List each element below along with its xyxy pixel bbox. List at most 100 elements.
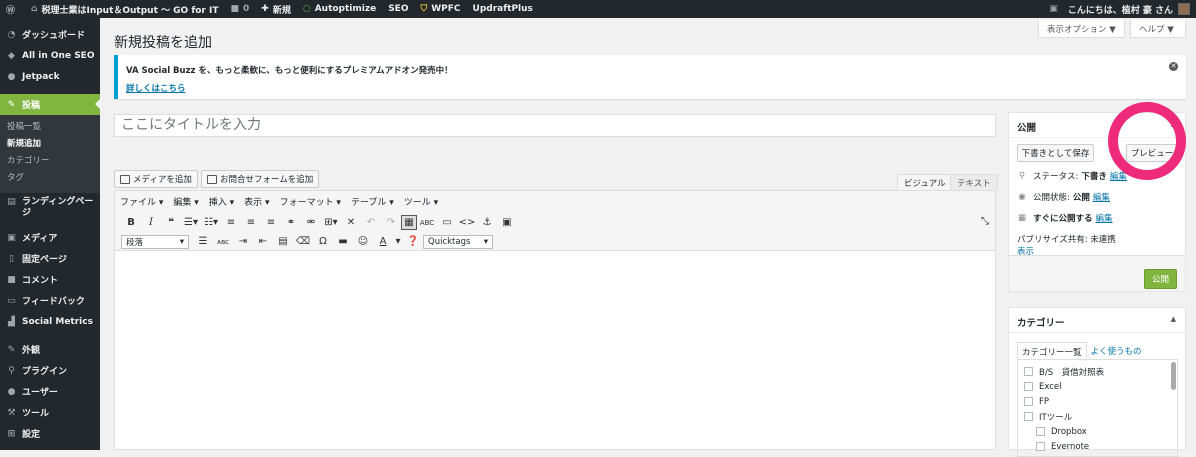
- checkbox[interactable]: [1024, 367, 1033, 376]
- bold-icon[interactable]: B: [121, 215, 141, 230]
- menu-edit[interactable]: 編集 ▾: [173, 195, 198, 208]
- spellcheck-icon[interactable]: ABC: [417, 215, 437, 230]
- redo-icon[interactable]: ↷: [381, 215, 401, 230]
- quote-icon[interactable]: ❝: [161, 215, 181, 230]
- updraftplus-link[interactable]: UpdraftPlus: [467, 0, 539, 18]
- submenu-all-posts[interactable]: 投稿一覧: [0, 119, 100, 136]
- menu-item-pages[interactable]: ▯ 固定ページ: [0, 248, 100, 269]
- tab-text[interactable]: テキスト: [950, 174, 998, 190]
- chevron-down-icon[interactable]: ▾: [393, 234, 403, 249]
- code-icon[interactable]: <>: [457, 215, 477, 230]
- submenu-tags[interactable]: タグ: [0, 170, 100, 187]
- link-icon[interactable]: ⚭: [281, 215, 301, 230]
- wordpress-logo[interactable]: Ⓦ: [0, 0, 25, 18]
- scrollbar[interactable]: [1171, 362, 1176, 390]
- menu-item-social-metrics[interactable]: ▟ Social Metrics: [0, 311, 100, 332]
- window-icon[interactable]: ▣: [497, 215, 517, 230]
- menu-item-users[interactable]: ● ユーザー: [0, 381, 100, 402]
- account-menu[interactable]: ▣ こんにちは、植村 豪 さん: [1043, 0, 1196, 18]
- site-name-link[interactable]: ⌂ 税理士業はInput＆Output 〜 GO for IT: [25, 0, 224, 18]
- align-right-icon[interactable]: ≡: [261, 215, 281, 230]
- seo-link[interactable]: SEO: [382, 0, 414, 18]
- save-draft-button[interactable]: 下書きとして保存: [1017, 144, 1094, 162]
- menu-item-all-in-one-seo[interactable]: ◆ All in One SEO: [0, 45, 100, 66]
- checkbox[interactable]: [1024, 412, 1033, 421]
- edit-visibility-link[interactable]: 編集: [1093, 191, 1110, 203]
- text-color-icon[interactable]: A: [373, 234, 393, 249]
- format-select[interactable]: 段落 ▾: [121, 234, 189, 249]
- bullet-list-icon[interactable]: ☰▾: [181, 215, 201, 230]
- title-input[interactable]: ここにタイトルを入力: [114, 114, 996, 137]
- add-form-button[interactable]: お問合せフォームを追加: [201, 170, 320, 188]
- menu-item-jetpack[interactable]: ● Jetpack: [0, 66, 100, 87]
- strikethrough-icon[interactable]: ᴀʙᴄ: [213, 234, 233, 249]
- fullscreen-icon[interactable]: ✕: [341, 215, 361, 230]
- tab-visual[interactable]: ビジュアル: [897, 174, 953, 190]
- menu-tools[interactable]: ツール ▾: [404, 195, 438, 208]
- undo-icon[interactable]: ↶: [361, 215, 381, 230]
- pagebreak-icon[interactable]: ▬: [333, 234, 353, 249]
- submenu-add-new[interactable]: 新規追加: [0, 136, 100, 153]
- anchor-icon[interactable]: ⚓: [477, 215, 497, 230]
- publish-button[interactable]: 公開: [1144, 269, 1177, 289]
- list-item[interactable]: FP: [1024, 394, 1171, 409]
- list-item[interactable]: ITツール: [1024, 409, 1171, 424]
- menu-format[interactable]: フォーマット ▾: [280, 195, 341, 208]
- menu-item-tools[interactable]: ⚒ ツール: [0, 402, 100, 423]
- table-icon[interactable]: ⊞▾: [321, 215, 341, 230]
- omega-icon[interactable]: Ω: [313, 234, 333, 249]
- screen-options-button[interactable]: 表示オプション ▼: [1038, 20, 1125, 38]
- submenu-categories[interactable]: カテゴリー: [0, 153, 100, 170]
- embed-icon[interactable]: ▭: [437, 215, 457, 230]
- hr-icon[interactable]: ☰: [193, 234, 213, 249]
- align-left-icon[interactable]: ≡: [221, 215, 241, 230]
- menu-item-landing-pages[interactable]: ▤ ランディングページ: [0, 193, 100, 227]
- add-media-button[interactable]: メディアを追加: [114, 170, 198, 188]
- comments-link[interactable]: ■ 0: [225, 0, 256, 18]
- autoptimize-link[interactable]: ○ Autoptimize: [297, 0, 382, 18]
- menu-insert[interactable]: 挿入 ▾: [209, 195, 234, 208]
- notice-link[interactable]: 詳しくはこちら: [126, 82, 186, 94]
- help-button[interactable]: ヘルプ ▼: [1130, 20, 1186, 38]
- emoji-icon[interactable]: ☺: [353, 234, 373, 249]
- menu-item-comments[interactable]: ■ コメント: [0, 269, 100, 290]
- list-item[interactable]: Evernote: [1024, 439, 1171, 454]
- expand-icon[interactable]: ⤡: [981, 216, 989, 227]
- menu-item-feedback[interactable]: ▭ フィードバック: [0, 290, 100, 311]
- paste-icon[interactable]: ▤: [273, 234, 293, 249]
- outdent-icon[interactable]: ⇤: [253, 234, 273, 249]
- eraser-icon[interactable]: ⌫: [293, 234, 313, 249]
- new-content-link[interactable]: ✚ 新規: [255, 0, 297, 18]
- list-item[interactable]: B/S 貸借対照表: [1024, 364, 1171, 379]
- align-center-icon[interactable]: ≡: [241, 215, 261, 230]
- menu-item-dashboard[interactable]: ◔ ダッシュボード: [0, 24, 100, 45]
- numbered-list-icon[interactable]: ☷▾: [201, 215, 221, 230]
- menu-item-posts[interactable]: ✎ 投稿: [0, 94, 100, 115]
- edit-schedule-link[interactable]: 編集: [1096, 212, 1113, 224]
- menu-view[interactable]: 表示 ▾: [244, 195, 269, 208]
- menu-file[interactable]: ファイル ▾: [120, 195, 163, 208]
- list-item[interactable]: Dropbox: [1024, 424, 1171, 439]
- indent-icon[interactable]: ⇥: [233, 234, 253, 249]
- posts-submenu: 投稿一覧 新規追加 カテゴリー タグ: [0, 115, 100, 193]
- menu-item-appearance[interactable]: ✎ 外観: [0, 339, 100, 360]
- editor-body[interactable]: [115, 251, 995, 437]
- close-icon[interactable]: ✕: [1169, 62, 1178, 71]
- italic-icon[interactable]: I: [141, 215, 161, 230]
- menu-item-settings[interactable]: ⊞ 設定: [0, 423, 100, 444]
- list-item[interactable]: Excel: [1024, 379, 1171, 394]
- checkbox[interactable]: [1024, 397, 1033, 406]
- checkbox[interactable]: [1036, 427, 1045, 436]
- unlink-icon[interactable]: ⚮: [301, 215, 321, 230]
- quicktags-select[interactable]: Quicktags ▾: [423, 234, 493, 249]
- toggle-icon[interactable]: ▲: [1171, 315, 1176, 323]
- checkbox[interactable]: [1024, 382, 1033, 391]
- category-box-header[interactable]: カテゴリー ▲: [1009, 308, 1185, 333]
- admin-bar: Ⓦ ⌂ 税理士業はInput＆Output 〜 GO for IT ■ 0 ✚ 新規 …: [0, 0, 1196, 18]
- keyboard-icon[interactable]: ▦: [401, 215, 417, 230]
- menu-item-media[interactable]: ▣ メディア: [0, 227, 100, 248]
- wpfc-link[interactable]: ⛉ WPFC: [414, 0, 466, 18]
- help-icon[interactable]: ❓: [403, 234, 423, 249]
- menu-item-plugins[interactable]: ⚲ プラグイン: [0, 360, 100, 381]
- menu-table[interactable]: テーブル ▾: [351, 195, 394, 208]
